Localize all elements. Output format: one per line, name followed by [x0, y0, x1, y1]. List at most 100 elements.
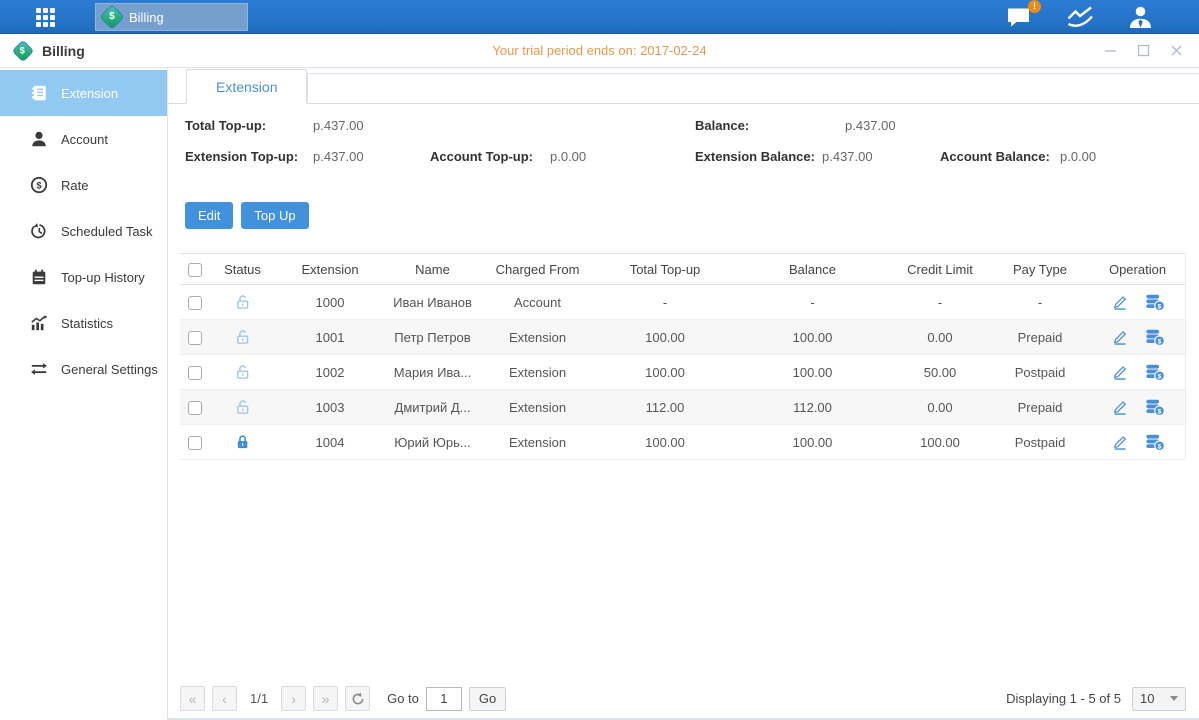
page-size-value: 10	[1140, 691, 1154, 706]
rate-icon: $	[30, 176, 48, 194]
topup-extension-icon[interactable]: $	[1145, 433, 1165, 452]
extension-topup-label: Extension Top-up:	[185, 149, 298, 164]
apps-grid-icon[interactable]	[36, 8, 55, 27]
cell-extension: 1001	[275, 320, 385, 355]
column-header-extension[interactable]: Extension	[275, 254, 385, 285]
column-header-name[interactable]: Name	[385, 254, 480, 285]
table-row: 1000Иван ИвановAccount----$	[180, 285, 1185, 320]
prev-page-button[interactable]: ‹	[212, 686, 237, 711]
row-checkbox[interactable]	[188, 401, 202, 415]
row-checkbox[interactable]	[188, 331, 202, 345]
lock-open-icon	[234, 363, 251, 381]
cell-balance: 112.00	[735, 390, 890, 425]
svg-text:$: $	[36, 180, 42, 191]
column-header-pay-type[interactable]: Pay Type	[990, 254, 1090, 285]
edit-extension-icon[interactable]	[1111, 328, 1129, 346]
cell-charged-from: Extension	[480, 320, 595, 355]
app-body: Extension Account $ Rate Scheduled Task	[0, 68, 1199, 720]
column-header-charged-from[interactable]: Charged From	[480, 254, 595, 285]
window-title-bar: $ Billing Your trial period ends on: 201…	[0, 34, 1199, 68]
topup-extension-icon[interactable]: $	[1145, 293, 1165, 312]
refresh-button[interactable]	[345, 686, 370, 711]
tab-extension[interactable]: Extension	[186, 69, 307, 104]
sidebar-item-label: Top-up History	[61, 270, 145, 285]
cell-pay-type: Prepaid	[990, 320, 1090, 355]
go-button[interactable]: Go	[469, 687, 506, 711]
account-balance-label: Account Balance:	[940, 149, 1050, 164]
extension-topup-value: p.437.00	[313, 149, 364, 164]
sidebar-item-label: Rate	[61, 178, 88, 193]
edit-extension-icon[interactable]	[1111, 293, 1129, 311]
cell-status	[210, 355, 275, 390]
row-checkbox[interactable]	[188, 296, 202, 310]
balance-value: p.437.00	[845, 118, 896, 133]
svg-text:$: $	[1157, 373, 1161, 380]
goto-page-input[interactable]	[426, 687, 462, 711]
tab-strip: Extension	[168, 68, 1199, 104]
cell-pay-type: -	[990, 285, 1090, 320]
total-topup-label: Total Top-up:	[185, 118, 266, 133]
column-header-total-top-up[interactable]: Total Top-up	[595, 254, 735, 285]
window-controls	[1104, 44, 1199, 57]
notifications-icon[interactable]: !	[1006, 6, 1033, 29]
page-size-select[interactable]: 10	[1132, 687, 1186, 711]
billing-app-tab-label: Billing	[129, 10, 164, 25]
sidebar-item-statistics[interactable]: Statistics	[0, 300, 167, 346]
sidebar-item-extension[interactable]: Extension	[0, 70, 167, 116]
balance-label: Balance:	[695, 118, 749, 133]
cell-extension: 1004	[275, 425, 385, 460]
sidebar-item-label: Extension	[61, 86, 118, 101]
lock-open-icon	[234, 398, 251, 416]
sidebar-item-label: General Settings	[61, 362, 158, 377]
balance-summary: Total Top-up: p.437.00 Balance: p.437.00…	[168, 112, 1199, 186]
select-all-checkbox[interactable]	[188, 263, 202, 277]
minimize-button[interactable]	[1104, 44, 1117, 57]
cell-name: Мария Ива...	[385, 355, 480, 390]
sidebar-item-rate[interactable]: $ Rate	[0, 162, 167, 208]
edit-extension-icon[interactable]	[1111, 363, 1129, 381]
edit-button[interactable]: Edit	[185, 202, 233, 229]
maximize-button[interactable]	[1137, 44, 1150, 57]
close-button[interactable]	[1170, 44, 1183, 57]
cell-total-topup: 100.00	[595, 355, 735, 390]
user-account-icon[interactable]	[1128, 5, 1153, 29]
edit-extension-icon[interactable]	[1111, 433, 1129, 451]
svg-text:$: $	[1157, 338, 1161, 345]
billing-app-icon: $	[101, 6, 124, 29]
first-page-button[interactable]: «	[180, 686, 205, 711]
sidebar-item-topup-history[interactable]: Top-up History	[0, 254, 167, 300]
resource-monitor-icon[interactable]	[1067, 6, 1094, 28]
edit-extension-icon[interactable]	[1111, 398, 1129, 416]
row-checkbox[interactable]	[188, 366, 202, 380]
column-header-status[interactable]: Status	[210, 254, 275, 285]
cell-total-topup: 100.00	[595, 425, 735, 460]
column-header-operation[interactable]: Operation	[1090, 254, 1185, 285]
cell-pay-type: Postpaid	[990, 425, 1090, 460]
sidebar-item-account[interactable]: Account	[0, 116, 167, 162]
billing-app-tab[interactable]: $ Billing	[95, 3, 248, 31]
next-page-button[interactable]: ›	[281, 686, 306, 711]
table-row: 1004Юрий Юрь...Extension100.00100.00100.…	[180, 425, 1185, 460]
chevron-down-icon	[1170, 696, 1178, 701]
cell-charged-from: Account	[480, 285, 595, 320]
account-balance-value: p.0.00	[1060, 149, 1096, 164]
action-buttons: Edit Top Up	[185, 202, 1199, 229]
cell-credit-limit: 0.00	[890, 320, 990, 355]
topup-extension-icon[interactable]: $	[1145, 363, 1165, 382]
column-header-credit-limit[interactable]: Credit Limit	[890, 254, 990, 285]
top-up-button[interactable]: Top Up	[241, 202, 308, 229]
cell-extension: 1003	[275, 390, 385, 425]
sidebar-item-general-settings[interactable]: General Settings	[0, 346, 167, 392]
column-header-balance[interactable]: Balance	[735, 254, 890, 285]
sidebar: Extension Account $ Rate Scheduled Task	[0, 68, 168, 720]
cell-credit-limit: -	[890, 285, 990, 320]
topup-extension-icon[interactable]: $	[1145, 328, 1165, 347]
topup-extension-icon[interactable]: $	[1145, 398, 1165, 417]
cell-credit-limit: 100.00	[890, 425, 990, 460]
sidebar-item-scheduled-task[interactable]: Scheduled Task	[0, 208, 167, 254]
extension-balance-value: p.437.00	[822, 149, 873, 164]
row-checkbox[interactable]	[188, 436, 202, 450]
coins-icon: $	[1145, 398, 1165, 417]
coins-icon: $	[1145, 363, 1165, 382]
last-page-button[interactable]: »	[313, 686, 338, 711]
